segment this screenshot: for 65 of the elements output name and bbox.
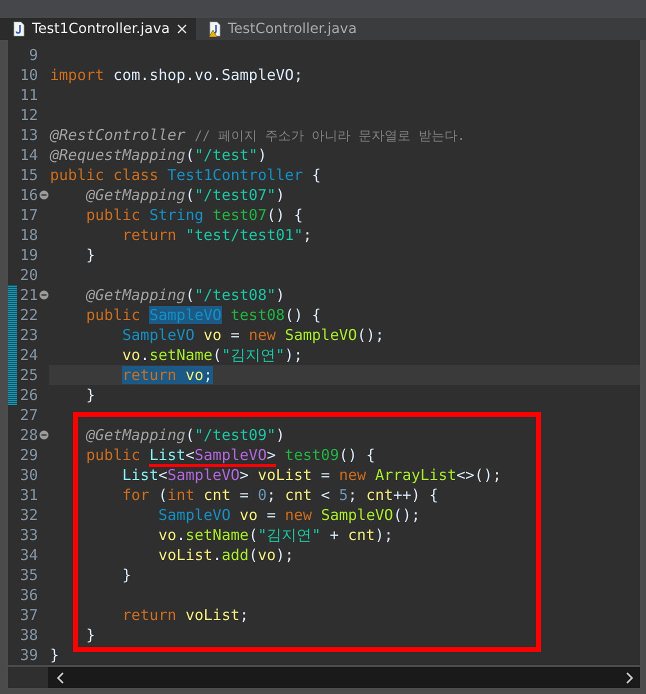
scroll-left-icon[interactable] bbox=[56, 672, 64, 684]
collapse-icon[interactable] bbox=[39, 190, 49, 200]
java-file-icon bbox=[12, 21, 26, 37]
horizontal-scrollbar[interactable] bbox=[48, 667, 640, 688]
line-number: 32 bbox=[18, 505, 38, 525]
code-line: return voList; bbox=[121, 605, 250, 625]
code-line: @RestController // 페이지 주소가 아니라 문자열로 받는다. bbox=[49, 125, 466, 145]
code-line: List<SampleVO> voList = new ArrayList<>(); bbox=[121, 465, 503, 485]
line-number: 35 bbox=[18, 565, 38, 585]
code-line: public String test07() { bbox=[85, 205, 304, 225]
line-number: 30 bbox=[18, 465, 38, 485]
close-icon[interactable] bbox=[176, 23, 188, 35]
line-number: 15 bbox=[18, 165, 38, 185]
code-line: } bbox=[85, 385, 96, 405]
line-number: 36 bbox=[18, 585, 38, 605]
line-number: 22 bbox=[18, 305, 38, 325]
line-number: 33 bbox=[18, 525, 38, 545]
collapse-icon[interactable] bbox=[39, 430, 49, 440]
line-number: 28 bbox=[18, 425, 38, 445]
line-number: 10 bbox=[18, 65, 38, 85]
code-line: SampleVO vo = new SampleVO(); bbox=[121, 325, 386, 345]
line-number: 18 bbox=[18, 225, 38, 245]
line-number: 21 bbox=[18, 285, 38, 305]
line-number: 23 bbox=[18, 325, 38, 345]
line-number: 17 bbox=[18, 205, 38, 225]
code-line: public class Test1Controller { bbox=[49, 165, 322, 185]
line-number: 20 bbox=[18, 265, 38, 285]
line-number: 14 bbox=[18, 145, 38, 165]
line-number: 25 bbox=[18, 365, 38, 385]
line-number: 11 bbox=[18, 85, 38, 105]
line-number: 34 bbox=[18, 545, 38, 565]
line-number: 38 bbox=[18, 625, 38, 645]
code-line: @RequestMapping("/test") bbox=[49, 145, 268, 165]
line-number: 27 bbox=[18, 405, 38, 425]
line-number: 37 bbox=[18, 605, 38, 625]
code-line: public List<SampleVO> test09() { bbox=[49, 445, 640, 465]
line-number: 29 bbox=[18, 445, 38, 465]
collapse-icon[interactable] bbox=[39, 290, 49, 300]
code-line: public SampleVO test08() { bbox=[85, 305, 322, 325]
line-number: 19 bbox=[18, 245, 38, 265]
line-number: 26 bbox=[18, 385, 38, 405]
code-line: @GetMapping("/test07") bbox=[85, 185, 286, 205]
editor-tab[interactable]: TestController.java bbox=[196, 18, 365, 40]
line-number: 39 bbox=[18, 645, 38, 665]
code-line: SampleVO vo = new SampleVO(); bbox=[157, 505, 422, 525]
code-line: vo.setName("김지연" + cnt); bbox=[157, 525, 394, 545]
code-line: @GetMapping("/test09") bbox=[85, 425, 286, 445]
line-number: 12 bbox=[18, 105, 38, 125]
code-line: voList.add(vo); bbox=[157, 545, 295, 565]
code-line: } bbox=[85, 625, 96, 645]
code-line: @GetMapping("/test08") bbox=[85, 285, 286, 305]
code-line: vo.setName("김지연"); bbox=[121, 345, 304, 365]
line-number: 24 bbox=[18, 345, 38, 365]
code-line: return "test/test01"; bbox=[121, 225, 313, 245]
line-number: 31 bbox=[18, 485, 38, 505]
code-line: import com.shop.vo.SampleVO; bbox=[49, 65, 304, 85]
line-number: 13 bbox=[18, 125, 38, 145]
scroll-right-icon[interactable] bbox=[626, 672, 634, 684]
line-number: 9 bbox=[28, 45, 38, 65]
code-line: } bbox=[121, 565, 132, 585]
code-line: for (int cnt = 0; cnt < 5; cnt++) { bbox=[121, 485, 440, 505]
editor-tab[interactable]: Test1Controller.java bbox=[0, 18, 196, 40]
code-line: } bbox=[85, 245, 96, 265]
code-line: } bbox=[49, 645, 60, 665]
line-number: 16 bbox=[18, 185, 38, 205]
